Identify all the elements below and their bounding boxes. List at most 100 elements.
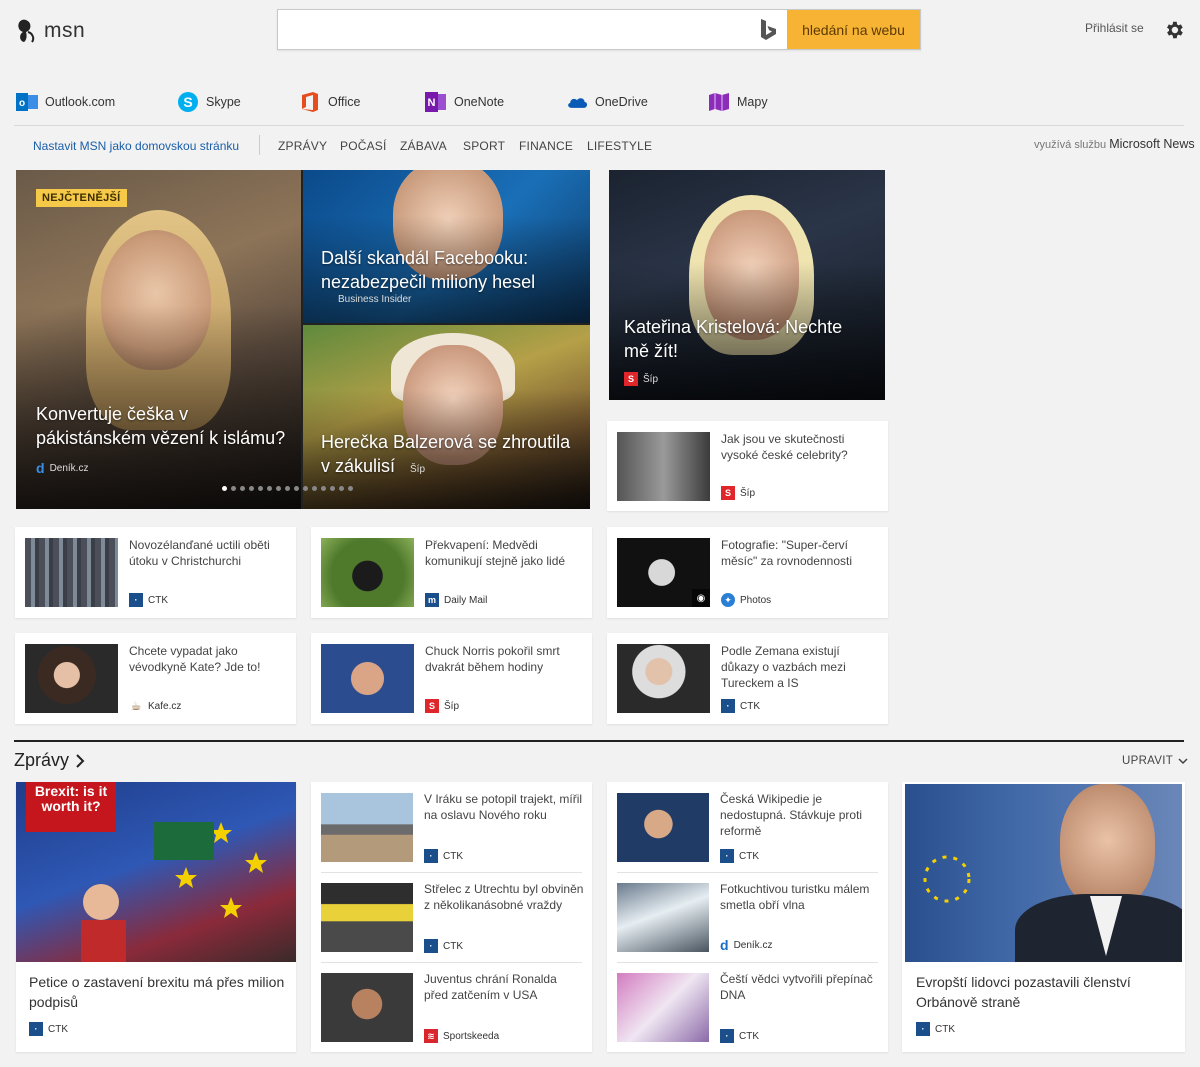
hero-bottom-right-story[interactable]: Herečka Balzerová se zhroutila v zákulis… (303, 325, 590, 509)
hero-br-source: Šíp (410, 464, 425, 475)
ctk-icon: · (916, 1022, 930, 1036)
story-card[interactable]: Fotkuchtivou turistku málem smetla obří … (607, 872, 889, 962)
story-card[interactable]: V Iráku se potopil trajekt, mířil na osl… (311, 782, 593, 872)
carousel-dot[interactable] (348, 486, 353, 491)
story-title[interactable]: Evropští lidovci pozastavili členství Or… (916, 972, 1171, 1012)
hero-top-right-story[interactable]: Další skandál Facebooku: nezabezpečil mi… (303, 170, 590, 323)
story-image (905, 784, 1182, 962)
app-link-maps[interactable]: Mapy (708, 90, 768, 114)
section-divider (14, 740, 1184, 742)
carousel-dot[interactable] (249, 486, 254, 491)
side-feature-story[interactable]: Kateřina Kristelová: Nechte mě žít! S Ší… (609, 170, 885, 400)
app-link-skype[interactable]: S Skype (177, 90, 241, 114)
signin-link[interactable]: Přihlásit se (1085, 21, 1144, 35)
story-title[interactable]: Čeští vědci vytvořili přepínač DNA (720, 971, 880, 1003)
story-card[interactable]: Čeští vědci vytvořili přepínač DNA · CTK (607, 962, 889, 1052)
daily-mail-icon: m (425, 593, 439, 607)
side-feature-title[interactable]: Kateřina Kristelová: Nechte mě žít! (624, 315, 864, 363)
hero-main-story[interactable]: NEJČTENĚJŠÍ Konvertuje češka v pákistáns… (16, 170, 301, 509)
story-source: · CTK (29, 1022, 68, 1036)
ctk-icon: · (720, 1029, 734, 1043)
carousel-dot[interactable] (285, 486, 290, 491)
story-title[interactable]: Novozélanďané uctili oběti útoku v Chris… (129, 537, 289, 569)
story-title[interactable]: Střelec z Utrechtu byl obviněn z několik… (424, 881, 584, 913)
app-label: Mapy (737, 95, 768, 109)
story-title[interactable]: Překvapení: Medvědi komunikují stejně ja… (425, 537, 585, 569)
carousel-dot[interactable] (303, 486, 308, 491)
carousel-dot[interactable] (276, 486, 281, 491)
carousel-dots[interactable] (222, 486, 353, 491)
story-card[interactable]: Chcete vypadat jako vévodkyně Kate? Jde … (15, 633, 296, 724)
nav-zabava[interactable]: ZÁBAVA (400, 139, 447, 153)
nav-finance[interactable]: FINANCE (519, 139, 573, 153)
edit-button[interactable]: UPRAVIT (1122, 755, 1188, 767)
carousel-dot[interactable] (312, 486, 317, 491)
hero-br-title[interactable]: Herečka Balzerová se zhroutila v zákulis… (321, 430, 581, 478)
nav-pocasi[interactable]: POČASÍ (340, 139, 387, 153)
story-thumbnail (617, 883, 709, 952)
carousel-dot[interactable] (330, 486, 335, 491)
story-title[interactable]: Fotografie: "Super-červí měsíc" za rovno… (721, 537, 881, 569)
set-homepage-link[interactable]: Nastavit MSN jako domovskou stránku (33, 139, 239, 153)
story-card[interactable]: Překvapení: Medvědi komunikují stejně ja… (311, 527, 592, 618)
story-title[interactable]: Petice o zastavení brexitu má přes milio… (29, 972, 287, 1012)
story-title[interactable]: Jak jsou ve skutečnosti vysoké české cel… (721, 431, 881, 463)
app-label: OneNote (454, 95, 505, 109)
story-thumbnail (25, 644, 118, 713)
story-card[interactable]: Střelec z Utrechtu byl obviněn z několik… (311, 872, 593, 962)
carousel-dot[interactable] (321, 486, 326, 491)
search-input[interactable] (278, 10, 749, 49)
story-card[interactable]: Česká Wikipedie je nedostupná. Stávkuje … (607, 782, 889, 872)
story-source: · CTK (129, 593, 168, 607)
carousel-dot[interactable] (258, 486, 263, 491)
story-title[interactable]: Chuck Norris pokořil smrt dvakrát během … (425, 643, 585, 675)
story-thumbnail (321, 973, 413, 1042)
settings-gear-icon[interactable] (1163, 19, 1185, 46)
nav-lifestyle[interactable]: LIFESTYLE (587, 139, 652, 153)
story-card[interactable]: Chuck Norris pokořil smrt dvakrát během … (311, 633, 592, 724)
story-card-large[interactable]: Brexit: is it worth it? Petice o zastave… (16, 782, 296, 1052)
hero-tr-title[interactable]: Další skandál Facebooku: nezabezpečil mi… (321, 246, 566, 294)
camera-icon: ◉ (692, 589, 710, 607)
hero-main-title[interactable]: Konvertuje češka v pákistánském vězení k… (36, 402, 291, 450)
source-label: Šíp (643, 373, 659, 385)
onenote-icon: N (425, 91, 447, 113)
story-title[interactable]: Fotkuchtivou turistku málem smetla obří … (720, 881, 880, 913)
story-card-large[interactable]: Evropští lidovci pozastavili členství Or… (902, 782, 1185, 1052)
carousel-dot[interactable] (267, 486, 272, 491)
story-image-hair (391, 333, 515, 403)
source-label: Daily Mail (444, 594, 488, 606)
story-title[interactable]: Juventus chrání Ronalda před zatčením v … (424, 971, 584, 1003)
story-title[interactable]: Česká Wikipedie je nedostupná. Stávkuje … (720, 791, 880, 839)
msn-logo[interactable]: msn (16, 16, 85, 46)
app-link-outlook[interactable]: o Outlook.com (16, 90, 115, 114)
story-card[interactable]: Podle Zemana existují důkazy o vazbách m… (607, 633, 888, 724)
story-title[interactable]: V Iráku se potopil trajekt, mířil na osl… (424, 791, 584, 823)
app-link-onedrive[interactable]: OneDrive (566, 90, 648, 114)
story-title[interactable]: Podle Zemana existují důkazy o vazbách m… (721, 643, 881, 691)
nav-sport[interactable]: SPORT (463, 139, 505, 153)
section-title-link[interactable]: Zprávy (14, 750, 85, 771)
carousel-dot[interactable] (240, 486, 245, 491)
story-title[interactable]: Chcete vypadat jako vévodkyně Kate? Jde … (129, 643, 289, 675)
denik-icon: d (720, 937, 729, 953)
search-button[interactable]: hledání na webu (787, 10, 920, 49)
story-source: m Daily Mail (425, 593, 487, 607)
carousel-dot[interactable] (222, 486, 227, 491)
svg-text:S: S (183, 94, 192, 110)
carousel-dot[interactable] (231, 486, 236, 491)
powered-name[interactable]: Microsoft News (1109, 137, 1194, 151)
app-link-onenote[interactable]: N OneNote (425, 90, 504, 114)
section-title: Zprávy (14, 750, 70, 770)
story-card[interactable]: Jak jsou ve skutečnosti vysoké české cel… (607, 421, 888, 511)
app-link-office[interactable]: Office (299, 90, 360, 114)
story-card[interactable]: Novozélanďané uctili oběti útoku v Chris… (15, 527, 296, 618)
carousel-dot[interactable] (294, 486, 299, 491)
source-label: Deník.cz (49, 462, 89, 474)
nav-zpravy[interactable]: ZPRÁVY (278, 139, 327, 153)
source-label: CTK (443, 850, 463, 862)
story-card[interactable]: ◉ Fotografie: "Super-červí měsíc" za rov… (607, 527, 888, 618)
story-thumbnail (321, 644, 414, 713)
story-card[interactable]: Juventus chrání Ronalda před zatčením v … (311, 962, 593, 1052)
carousel-dot[interactable] (339, 486, 344, 491)
